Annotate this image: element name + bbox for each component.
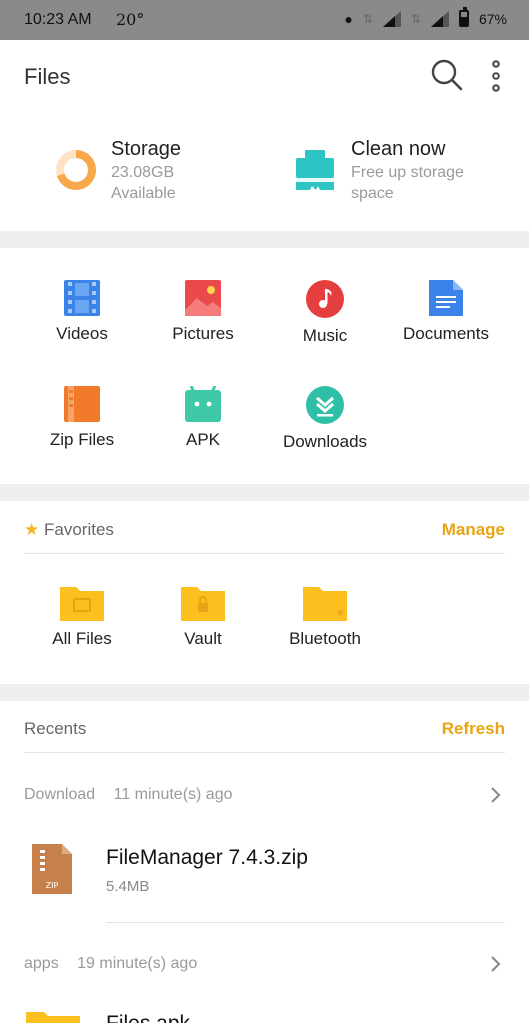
clean-now-subtitle-line1: Free up storage bbox=[351, 164, 464, 181]
zip-badge: ZIP bbox=[46, 881, 59, 890]
battery-icon bbox=[458, 7, 469, 27]
recent-time: 11 minute(s) ago bbox=[113, 786, 233, 803]
star-icon: ★ bbox=[24, 520, 40, 539]
recent-file-row[interactable]: Files.apk bbox=[0, 1000, 529, 1023]
favorites-heading: ★ Favorites bbox=[24, 520, 114, 540]
category-label: Videos bbox=[56, 324, 108, 343]
status-bar: 10:23 AM 20° ● ⇅ ⇅ 67% bbox=[0, 0, 529, 40]
data-arrows-icon: ⇅ bbox=[362, 11, 373, 26]
row-divider bbox=[106, 922, 505, 923]
favorite-bluetooth[interactable]: ★ Bluetooth bbox=[265, 585, 385, 649]
file-name: Files.apk bbox=[106, 1012, 190, 1023]
category-label: Documents bbox=[403, 324, 489, 343]
recents-header: Recents Refresh bbox=[24, 701, 505, 753]
folder-icon bbox=[60, 587, 104, 621]
favorite-label: Vault bbox=[184, 629, 222, 648]
file-name: FileManager 7.4.3.zip bbox=[106, 846, 308, 869]
storage-amount: 23.08GB bbox=[111, 164, 175, 181]
category-videos[interactable]: Videos bbox=[22, 280, 142, 344]
picture-icon bbox=[185, 280, 221, 316]
music-note-icon bbox=[306, 280, 344, 318]
android-icon bbox=[185, 386, 221, 422]
category-label: Zip Files bbox=[49, 430, 115, 449]
favorite-vault[interactable]: Vault bbox=[143, 585, 263, 649]
clean-broom-icon bbox=[296, 150, 334, 190]
status-temperature: 20° bbox=[116, 10, 145, 29]
status-time: 10:23 AM bbox=[24, 11, 92, 28]
category-label: Downloads bbox=[282, 432, 368, 451]
recents-heading: Recents bbox=[24, 719, 87, 738]
category-zip-files[interactable]: Zip Files bbox=[22, 386, 142, 450]
page-title: Files bbox=[24, 64, 71, 89]
section-divider bbox=[0, 684, 529, 701]
favorite-label: All Files bbox=[52, 629, 112, 648]
zip-archive-icon bbox=[64, 386, 100, 422]
category-label: Pictures bbox=[172, 324, 234, 343]
signal-icon bbox=[382, 10, 401, 27]
folder-star-icon: ★ bbox=[303, 587, 347, 621]
folder-lock-icon bbox=[181, 587, 225, 621]
notification-dot-icon: ● bbox=[344, 10, 353, 27]
favorites-heading-label: Favorites bbox=[43, 520, 114, 539]
chevron-right-icon[interactable] bbox=[490, 955, 502, 973]
zip-file-icon: ZIP bbox=[32, 844, 72, 894]
favorites-header: ★ Favorites Manage bbox=[24, 502, 505, 554]
video-film-icon bbox=[64, 280, 100, 316]
storage-available-label: Available bbox=[111, 185, 176, 202]
status-icons: ● ⇅ ⇅ 67% bbox=[344, 7, 507, 27]
refresh-button[interactable]: Refresh bbox=[442, 719, 505, 739]
section-divider bbox=[0, 231, 529, 248]
recent-source: Download bbox=[24, 786, 96, 803]
manage-button[interactable]: Manage bbox=[442, 520, 505, 540]
search-icon[interactable] bbox=[430, 58, 464, 92]
category-music[interactable]: Music bbox=[265, 280, 385, 346]
chevron-right-icon[interactable] bbox=[490, 786, 502, 804]
document-icon bbox=[429, 280, 463, 316]
favorite-label: Bluetooth bbox=[289, 629, 361, 648]
signal-icon bbox=[430, 10, 449, 27]
category-documents[interactable]: Documents bbox=[386, 280, 506, 344]
folder-icon bbox=[26, 1012, 80, 1023]
category-downloads[interactable]: Downloads bbox=[265, 386, 385, 452]
category-pictures[interactable]: Pictures bbox=[143, 280, 263, 344]
category-apk[interactable]: APK bbox=[143, 386, 263, 450]
battery-percent: 67% bbox=[478, 10, 507, 27]
storage-title: Storage bbox=[111, 138, 182, 160]
data-arrows-icon: ⇅ bbox=[410, 11, 421, 26]
recent-group-header: Download 11 minute(s) ago bbox=[24, 786, 232, 804]
clean-now-subtitle-line2: space bbox=[351, 185, 394, 202]
download-icon bbox=[306, 386, 344, 424]
file-size: 5.4MB bbox=[106, 878, 150, 895]
favorite-all-files[interactable]: All Files bbox=[22, 585, 142, 649]
category-label: APK bbox=[185, 430, 221, 449]
recent-source: apps bbox=[24, 955, 59, 972]
recent-time: 19 minute(s) ago bbox=[77, 955, 198, 972]
category-label: Music bbox=[302, 326, 348, 345]
clean-now-title: Clean now bbox=[351, 138, 446, 160]
storage-button[interactable]: Storage 23.08GB Available bbox=[40, 130, 260, 215]
storage-donut-icon bbox=[56, 150, 96, 190]
clean-now-button[interactable]: Clean now Free up storage space bbox=[290, 130, 505, 215]
more-options-icon[interactable] bbox=[488, 60, 504, 92]
recent-group-header: apps 19 minute(s) ago bbox=[24, 955, 197, 973]
recent-file-row[interactable]: ZIP FileManager 7.4.3.zip 5.4MB bbox=[0, 830, 529, 910]
section-divider bbox=[0, 484, 529, 501]
svg-text:★: ★ bbox=[336, 608, 345, 619]
